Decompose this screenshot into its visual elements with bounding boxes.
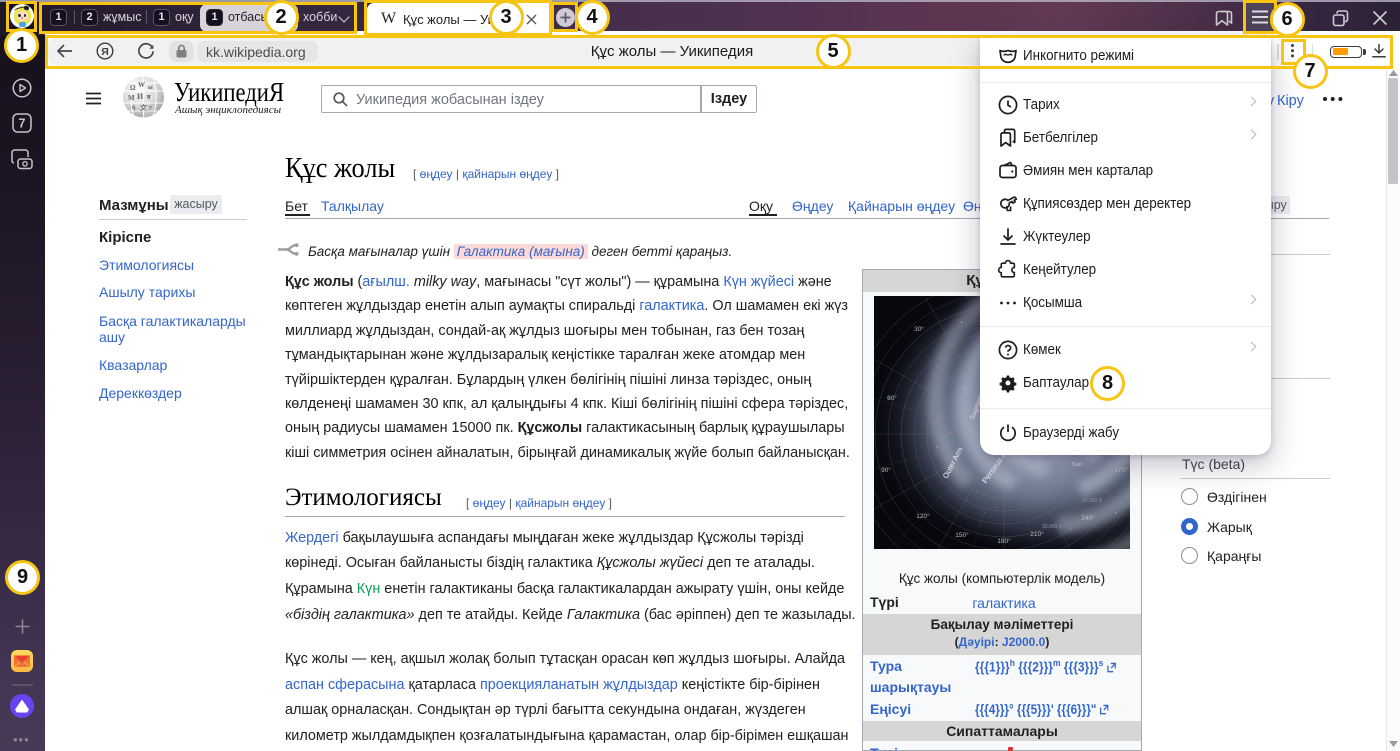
svg-text:270°: 270°: [1114, 466, 1128, 474]
svg-text:30,000 ly: 30,000 ly: [1042, 524, 1063, 530]
svg-text:Ω: Ω: [130, 84, 136, 92]
svg-text:30°: 30°: [914, 325, 924, 333]
svg-text:150°: 150°: [955, 531, 969, 539]
svg-text:М: М: [128, 94, 135, 102]
svg-text:60°: 60°: [887, 394, 897, 402]
svg-text:240°: 240°: [1081, 514, 1095, 522]
svg-text:210°: 210°: [1030, 530, 1044, 538]
svg-text:ή: ή: [132, 103, 136, 111]
svg-text:ы: ы: [148, 85, 153, 91]
svg-text:180°: 180°: [997, 537, 1011, 545]
svg-text:Sun: Sun: [1072, 462, 1082, 468]
svg-text:90°: 90°: [881, 466, 891, 474]
svg-text:7: 7: [19, 117, 26, 131]
svg-text:ब: ब: [146, 95, 151, 101]
svg-text:W: W: [138, 81, 145, 89]
svg-text:10,000 ly: 10,000 ly: [1082, 498, 1103, 504]
svg-text:120°: 120°: [916, 512, 930, 520]
svg-text:И: И: [137, 92, 144, 101]
